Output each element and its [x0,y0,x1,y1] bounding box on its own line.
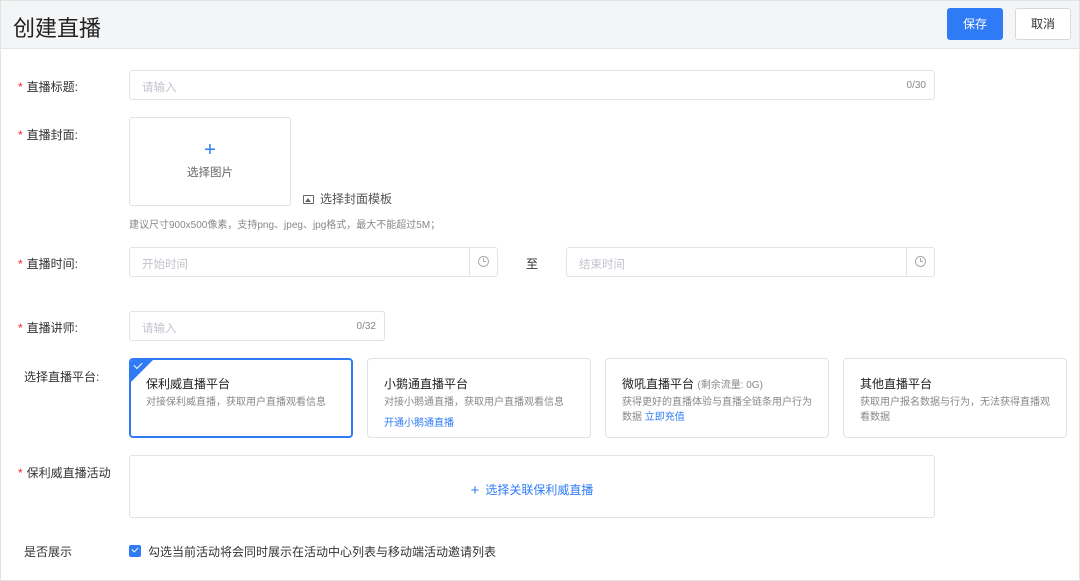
plus-icon: + [470,482,480,499]
cover-label: * 直播封面: [18,128,79,142]
cover-template-link[interactable]: 选择封面模板 [303,190,392,207]
lecturer-placeholder: 请输入 [142,323,177,335]
lecturer-label: * 直播讲师: [18,321,79,335]
clock-icon [478,256,489,267]
cover-hint: 建议尺寸900x500像素，支持png、jpeg、jpg格式，最大不能超过5M； [129,220,441,231]
activity-label: * 保利威直播活动 [18,466,111,480]
required-asterisk: * [18,257,23,271]
platform-card-title: 保利威直播平台 [146,377,231,391]
title-counter: 0/30 [906,80,926,91]
start-time-placeholder: 开始时间 [142,259,188,271]
save-button[interactable]: 保存 [947,8,1003,40]
time-label: * 直播时间: [18,257,79,271]
title-input[interactable]: 请输入 0/30 [129,70,935,100]
page-header: 创建直播 [1,1,1079,49]
platform-card-desc: 获得更好的直播体验与直播全链条用户行为数据 立即充值 [622,397,812,423]
end-time-picker[interactable] [906,248,934,276]
platform-card-desc: 对接保利威直播，获取用户直播观看信息 [146,397,326,408]
open-xiaoetong-link[interactable]: 开通小鹅通直播 [384,414,454,429]
platform-card-polyv[interactable]: 保利威直播平台 对接保利威直播，获取用户直播观看信息 [129,358,353,438]
platform-card-title: 其他直播平台 [860,377,933,391]
image-icon [303,195,314,204]
remaining-traffic: (剩余流量: 0G) [697,380,763,391]
required-asterisk: * [18,466,23,480]
cancel-button[interactable]: 取消 [1015,8,1071,40]
platform-card-title: 小鹅通直播平台 [384,377,469,391]
display-label: 是否展示 [24,545,73,559]
time-separator: 至 [526,257,539,271]
start-time-picker[interactable] [469,248,497,276]
platform-card-title: 微吼直播平台 (剩余流量: 0G) [622,377,763,391]
page-title: 创建直播 [13,16,102,41]
display-checkbox-label[interactable]: 勾选当前活动将会同时展示在活动中心列表与移动端活动邀请列表 [148,543,496,560]
recharge-link[interactable]: 立即充值 [645,412,685,423]
select-activity-link[interactable]: + 选择关联保利威直播 [130,481,934,499]
required-asterisk: * [18,128,23,142]
end-time-placeholder: 结束时间 [579,259,625,271]
display-checkbox[interactable] [129,545,141,557]
activity-select-box: + 选择关联保利威直播 [129,455,935,518]
start-time-input[interactable]: 开始时间 [129,247,498,277]
cover-upload-box[interactable]: + 选择图片 [129,117,291,206]
required-asterisk: * [18,80,23,94]
platform-card-other[interactable]: 其他直播平台 获取用户报名数据与行为，无法获得直播观看数据 [843,358,1067,438]
plus-icon: + [204,139,216,161]
platform-card-xiaoetong[interactable]: 小鹅通直播平台 对接小鹅通直播，获取用户直播观看信息 开通小鹅通直播 [367,358,591,438]
title-label: * 直播标题: [18,80,79,94]
required-asterisk: * [18,321,23,335]
lecturer-counter: 0/32 [356,321,376,332]
lecturer-input[interactable]: 请输入 0/32 [129,311,385,341]
title-placeholder: 请输入 [142,82,177,94]
platform-card-desc: 获取用户报名数据与行为，无法获得直播观看数据 [860,397,1050,423]
platform-label: 选择直播平台: [24,370,100,384]
platform-card-vhall[interactable]: 微吼直播平台 (剩余流量: 0G) 获得更好的直播体验与直播全链条用户行为数据 … [605,358,829,438]
end-time-input[interactable]: 结束时间 [566,247,935,277]
platform-card-desc: 对接小鹅通直播，获取用户直播观看信息 [384,397,564,408]
upload-text: 选择图片 [187,167,233,179]
clock-icon [915,256,926,267]
